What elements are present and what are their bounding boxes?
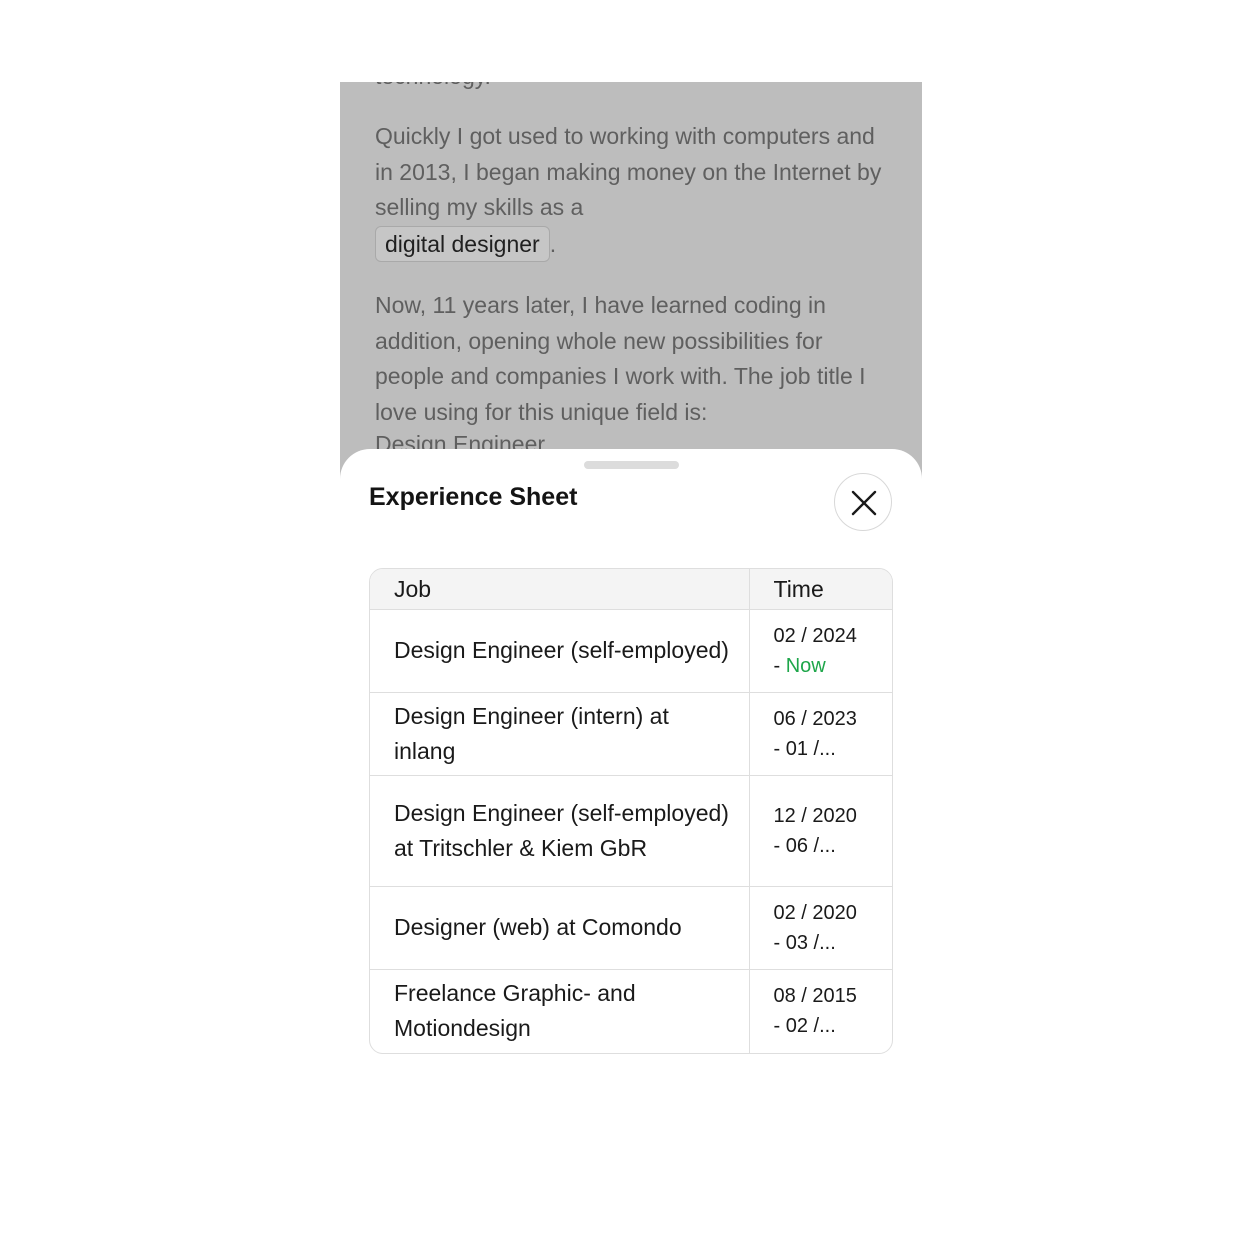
experience-sheet: Experience Sheet Job Time Design Enginee [340, 449, 922, 1260]
end-prefix: - [773, 932, 786, 954]
start-date: 06 / 2023 [773, 708, 857, 730]
sheet-grabber[interactable] [584, 461, 679, 469]
end-date-now: Now [785, 655, 826, 677]
end-date: 01 /... [785, 738, 836, 760]
background-paragraph-1-text: Quickly I got used to working with compu… [375, 123, 882, 220]
table-row: Design Engineer (self-employed) at Trits… [370, 775, 892, 887]
table-row: Design Engineer (self-employed) 02 / 202… [370, 609, 892, 693]
job-cell: Design Engineer (self-employed) at Trits… [370, 775, 749, 887]
start-date: 02 / 2024 [773, 625, 857, 647]
end-prefix: - [773, 835, 786, 857]
background-paragraph-1: Quickly I got used to working with compu… [375, 119, 895, 262]
close-button[interactable] [834, 473, 892, 531]
end-prefix: - [773, 655, 786, 677]
job-cell: Freelance Graphic- and Motiondesign [394, 979, 636, 1042]
sheet-title: Experience Sheet [369, 483, 578, 511]
job-cell: Design Engineer (intern) at inlang [370, 692, 749, 776]
phone-screen: technology. Quickly I got used to workin… [340, 82, 922, 1260]
time-cell: 02 / 2020 - 03 /... [748, 886, 892, 970]
time-cell: 02 / 2024 - Now [748, 609, 892, 693]
column-header-job: Job [370, 569, 749, 610]
end-date: 03 /... [785, 932, 836, 954]
background-paragraph-2: Now, 11 years later, I have learned codi… [375, 292, 866, 425]
background-text-cut-top: technology. [375, 82, 895, 95]
end-prefix: - [773, 1015, 786, 1038]
end-date: 06 /... [785, 835, 836, 857]
job-cell: Design Engineer (self-employed) [370, 609, 749, 693]
start-date: 08 / 2015 [773, 985, 857, 1008]
column-header-time: Time [748, 569, 892, 610]
close-icon [851, 490, 877, 516]
table-row: Designer (web) at Comondo 02 / 2020 - 03… [370, 886, 892, 970]
start-date: 12 / 2020 [773, 805, 857, 827]
end-prefix: - [773, 738, 786, 760]
table-header-row: Job Time [370, 569, 892, 610]
dimmed-background[interactable]: technology. Quickly I got used to workin… [340, 82, 922, 502]
time-cell: 08 / 2015 - 02 /... [748, 969, 892, 1053]
digital-designer-chip: digital designer [375, 225, 550, 262]
time-cell: 12 / 2020 - 06 /... [748, 775, 892, 887]
time-cell: 06 / 2023 - 01 /... [748, 692, 892, 776]
experience-table: Job Time Design Engineer (self-employed)… [369, 568, 893, 1054]
job-cell: Designer (web) at Comondo [370, 886, 749, 970]
table-row: Freelance Graphic- and Motiondesign 08 /… [370, 969, 892, 1053]
start-date: 02 / 2020 [773, 902, 857, 924]
end-date: 02 /... [785, 1015, 836, 1038]
background-paragraph-1-end: . [549, 230, 557, 257]
table-row: Design Engineer (intern) at inlang 06 / … [370, 692, 892, 776]
